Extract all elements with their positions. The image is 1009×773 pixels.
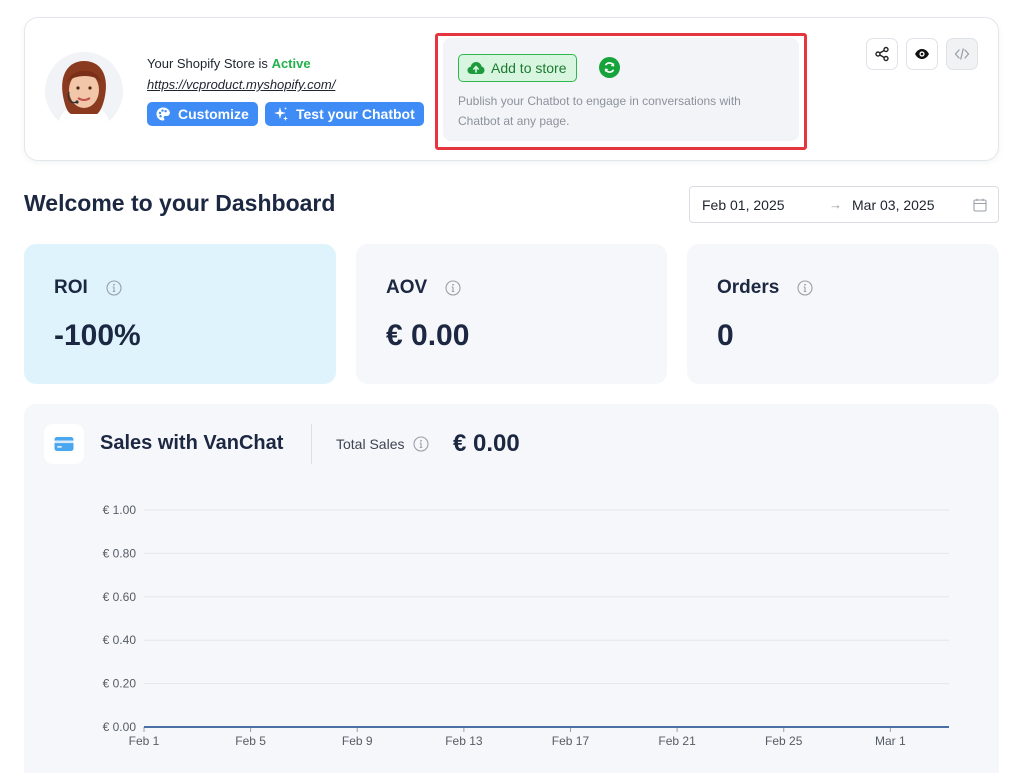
store-card: Your Shopify Store is Active https://vcp… <box>24 17 999 161</box>
customize-label: Customize <box>178 106 249 122</box>
share-button[interactable] <box>866 38 898 70</box>
test-chatbot-button[interactable]: Test your Chatbot <box>265 102 424 126</box>
aov-label: AOV <box>386 277 428 298</box>
test-chatbot-label: Test your Chatbot <box>296 106 415 122</box>
aov-card: AOV € 0.00 <box>356 244 667 384</box>
chart-x-tick-label: Feb 13 <box>445 734 483 748</box>
aov-label-row: AOV <box>386 277 461 299</box>
store-url-link[interactable]: https://vcproduct.myshopify.com/ <box>147 77 335 92</box>
page-title: Welcome to your Dashboard <box>24 190 336 216</box>
publish-panel: Add to store Publish your Chatbot to eng… <box>443 38 799 141</box>
sales-chart: € 0.00 € 0.20 € 0.40 € 0.60 € 0.80 € 1.00 Feb … <box>103 503 949 748</box>
chart-x-tick-label: Feb 25 <box>765 734 803 748</box>
store-status-line: Your Shopify Store is Active <box>147 56 311 71</box>
sparkle-icon <box>274 107 288 121</box>
chatbot-avatar <box>45 52 123 130</box>
orders-label-row: Orders <box>717 277 813 299</box>
orders-value: 0 <box>717 319 734 352</box>
store-status-prefix: Your Shopify Store is <box>147 56 268 71</box>
code-icon <box>954 48 970 60</box>
customize-button[interactable]: Customize <box>147 102 258 126</box>
publish-description: Publish your Chatbot to engage in conver… <box>458 94 741 128</box>
orders-label: Orders <box>717 277 780 298</box>
chart-x-tick-label: Mar 1 <box>875 734 906 748</box>
avatar-image <box>45 52 123 130</box>
add-to-store-button[interactable]: Add to store <box>458 54 577 82</box>
chart-y-tick-label: € 1.00 <box>103 503 137 517</box>
preview-button[interactable] <box>906 38 938 70</box>
roi-label: ROI <box>54 277 88 298</box>
store-status-badge: Active <box>271 56 311 71</box>
cloud-upload-icon <box>467 62 485 74</box>
refresh-icon[interactable] <box>599 57 620 78</box>
chart-y-tick-label: € 0.20 <box>103 677 137 691</box>
chart-x-tick-label: Feb 1 <box>129 734 160 748</box>
embed-code-button[interactable] <box>946 38 978 70</box>
roi-card: ROI -100% <box>24 244 336 384</box>
chart-x-tick-label: Feb 17 <box>552 734 590 748</box>
info-icon[interactable] <box>797 280 813 296</box>
roi-value: -100% <box>54 319 141 352</box>
chart-y-tick-label: € 0.80 <box>103 546 137 560</box>
end-date-input[interactable]: Mar 03, 2025 <box>852 197 935 213</box>
chart-y-tick-label: € 0.60 <box>103 590 137 604</box>
chart-y-tick-label: € 0.40 <box>103 633 137 647</box>
calendar-icon <box>973 198 987 212</box>
add-to-store-label: Add to store <box>491 60 567 76</box>
start-date-input[interactable]: Feb 01, 2025 <box>702 197 785 213</box>
orders-card: Orders 0 <box>687 244 999 384</box>
chart-y-tick-label: € 0.00 <box>103 720 137 734</box>
info-icon[interactable] <box>106 280 122 296</box>
chart-x-tick-label: Feb 9 <box>342 734 373 748</box>
eye-icon <box>915 49 929 59</box>
sales-card: Sales with VanChat Total Sales € 0.00 € … <box>24 404 999 773</box>
share-icon <box>875 46 889 62</box>
aov-value: € 0.00 <box>386 319 470 352</box>
chart-x-tick-label: Feb 21 <box>658 734 696 748</box>
range-arrow-icon: → <box>829 197 842 212</box>
date-range-picker[interactable]: Feb 01, 2025 → Mar 03, 2025 <box>689 186 999 223</box>
info-icon[interactable] <box>445 280 461 296</box>
palette-icon <box>156 107 170 121</box>
roi-label-row: ROI <box>54 277 122 299</box>
chart-x-tick-label: Feb 5 <box>235 734 266 748</box>
